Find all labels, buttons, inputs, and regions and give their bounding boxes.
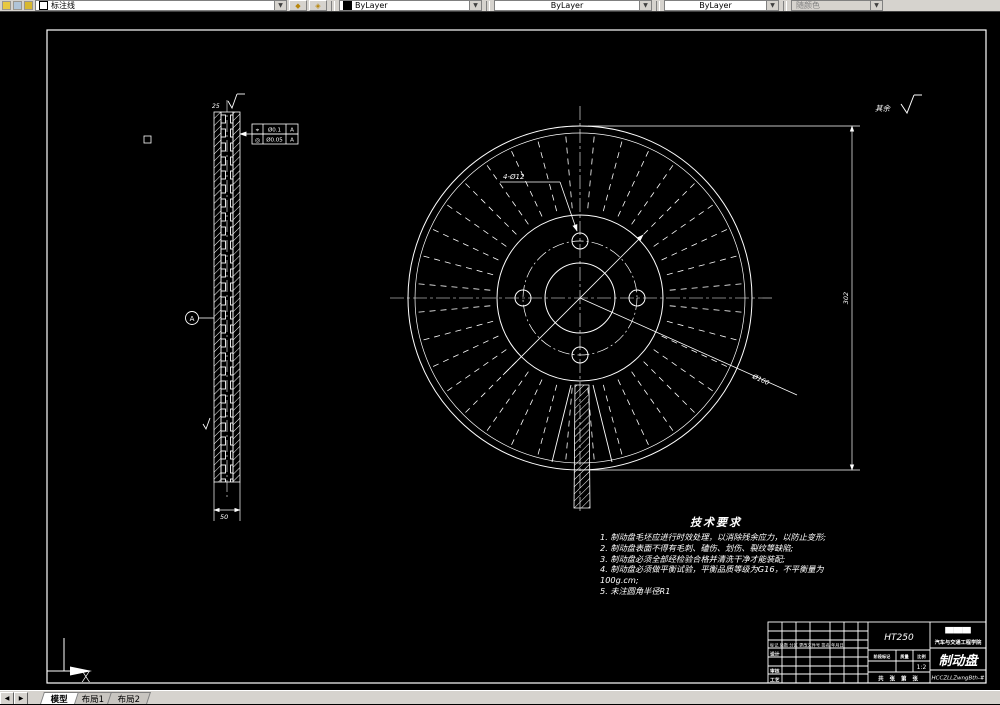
fcf-datum-1: A [290,128,294,134]
linetype-control-value: ByLayer [550,1,584,10]
revision-header-text: 标记 处数 分区 更改文件号 签名 年月日 [770,642,844,649]
plotstyle-control-value: 随颜色 [796,1,820,10]
object-properties-toolbar: 标注线 ▼ ◆ ◈ ByLayer ▼ ByLayer ▼ ByLayer ▼ … [0,0,1000,12]
chevron-down-icon: ▼ [870,1,882,10]
color-control-combo[interactable]: ByLayer ▼ [339,0,482,11]
lineweight-control-combo[interactable]: ByLayer ▼ [664,0,779,11]
layers-dialog-icon[interactable] [13,1,22,10]
toolbar-separator [656,0,660,11]
tab-model[interactable]: 模型 [40,692,79,705]
roughness-icon [202,417,211,431]
layer-previous-button[interactable]: ◈ [309,0,327,11]
technical-requirements: 技术要求 1. 制动盘毛坯应进行时效处理，以消除残余应力，以防止变形; 2. 制… [600,514,832,597]
layer-properties-icon[interactable] [2,1,11,10]
toolbar-separator [783,0,787,11]
feature-control-frame[interactable]: ⌖ Ø0.1 A ◎ Ø0.05 A [239,123,299,145]
tech-req-item: 3. 制动盘必须全部经检验合格并清洗干净才能装配; [600,553,786,564]
autocad-window: { "toolbar": { "layer_value": "标注线", "co… [0,0,1000,705]
fcf-datum-2: A [290,138,294,144]
part-name-text: 制动盘 [938,653,979,669]
make-layer-current-button[interactable]: ◆ [289,0,307,11]
sheet-border-frame[interactable] [46,29,987,684]
roughness-icon [900,94,915,115]
lineweight-control-value: ByLayer [699,1,732,10]
bolt-hole-label: 4-Ø12 [503,173,525,181]
layer-control-combo[interactable]: 标注线 ▼ [35,0,287,11]
brake-disc-section-view[interactable]: 50 25 A ⌖ Ø0.1 A ◎ Ø0.05 A [185,93,299,521]
stage-header: 阶段标记 [874,653,892,660]
small-square-marker[interactable] [143,135,152,144]
tech-req-item: 2. 制动盘表面不得有毛刺、磕伤、划伤、裂纹等缺陷; [600,542,794,553]
brake-disc-front-view[interactable]: Ø160 4-Ø12 [390,106,798,514]
fcf-symbol-2: ◎ [255,137,260,144]
layout-tab-bar: ◀ ▶ 模型 布局1 布局2 [0,690,1000,705]
ucs-x-label: X [81,670,91,686]
chevron-down-icon[interactable]: ▼ [639,1,651,10]
color-swatch-icon [343,1,352,10]
tab-scroll-right-button[interactable]: ▶ [14,692,28,704]
layer-onoff-icon [39,1,48,10]
layer-state-icon[interactable] [24,1,33,10]
radial-dim-text: Ø160 [750,372,770,387]
bottom-vent-section[interactable] [551,384,613,509]
sheet-note: 共 张 第 张 [878,675,920,683]
datum-letter: A [190,315,195,323]
section-top-dim-text: 25 [212,103,220,110]
model-space-canvas[interactable]: 50 25 A ⌖ Ø0.1 A ◎ Ø0.05 A Ø160 4-Ø12 30… [0,12,1000,690]
toolbar-separator [486,0,490,11]
tech-req-title: 技术要求 [690,516,742,529]
mass-header: 质量 [900,653,909,660]
tab-scroll-left-button[interactable]: ◀ [0,692,14,704]
drawing-number-text: HCCZLLZwngBth-# [932,676,985,682]
scale-value: 1:2 [917,664,927,671]
fcf-tolerance-1: Ø0.1 [268,127,281,134]
radial-dimension[interactable]: Ø160 [579,297,798,396]
toolbar-separator [331,0,335,11]
layer-control-value: 标注线 [51,1,75,10]
design-label: 设计 [770,651,780,658]
rest-note-text: 其余 [875,104,891,113]
rest-roughness-note[interactable]: 其余 [875,94,922,115]
plotstyle-control-combo[interactable]: 随颜色 ▼ [791,0,883,11]
section-width-dim-text: 50 [220,513,228,521]
datum-symbol[interactable]: A [185,311,215,325]
chevron-down-icon[interactable]: ▼ [274,1,286,10]
ucs-icon: X [47,638,92,686]
scale-header: 比例 [917,653,925,660]
outer-diameter-dim-text: 302 [842,292,850,304]
revision-grid [768,622,868,683]
tech-req-item: 4. 制动盘必须做平衡试验，平衡品质等级为G16，不平衡量为100g.cm; [600,564,824,586]
fcf-symbol-1: ⌖ [256,127,260,134]
org-name-line1: ██████ [944,626,971,634]
title-block[interactable]: HT250 标记 处数 分区 更改文件号 签名 年月日 设计 审核 工艺 阶段标… [767,621,987,684]
color-control-value: ByLayer [355,1,388,10]
linetype-control-combo[interactable]: ByLayer ▼ [494,0,652,11]
org-name-line2: 汽车与交通工程学院 [935,638,983,646]
tech-req-item: 1. 制动盘毛坯应进行时效处理，以消除残余应力，以防止变形; [600,532,827,542]
check-label: 审核 [770,668,780,675]
tech-req-item: 5. 未注圆角半径R1 [600,586,671,597]
chevron-down-icon[interactable]: ▼ [469,1,481,10]
diagonal-leader[interactable] [502,234,644,376]
bolt-hole-callout[interactable]: 4-Ø12 [500,173,578,232]
process-label: 工艺 [770,677,780,684]
tab-layout2[interactable]: 布局2 [107,692,152,705]
chevron-down-icon[interactable]: ▼ [766,1,778,10]
drawing-svg: 50 25 A ⌖ Ø0.1 A ◎ Ø0.05 A Ø160 4-Ø12 30… [46,29,987,686]
fcf-tolerance-2: Ø0.05 [266,137,283,144]
material-text: HT250 [884,633,914,643]
roughness-icon [227,93,238,110]
section-top-dimension[interactable]: 25 [212,93,245,110]
